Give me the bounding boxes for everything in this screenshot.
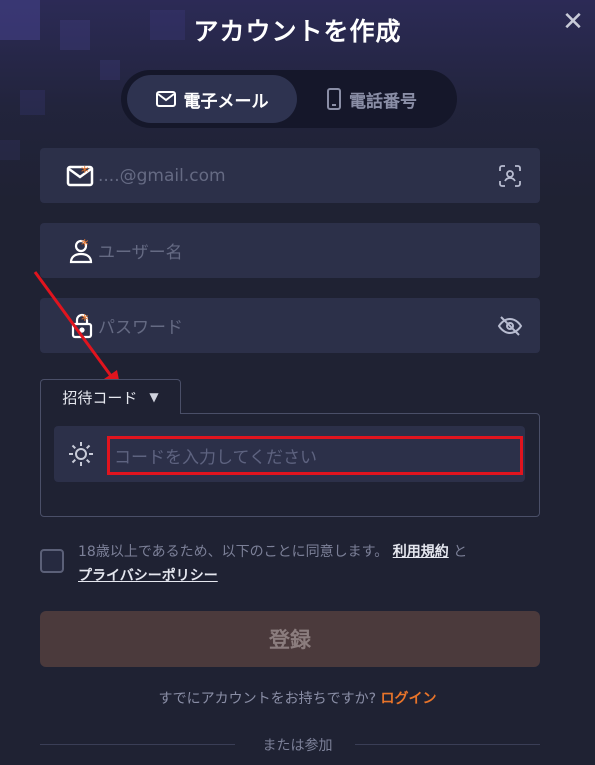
username-placeholder: ユーザー名 — [98, 243, 183, 263]
tab-phone-label: 電話番号 — [349, 91, 417, 112]
eye-off-icon[interactable] — [480, 315, 540, 337]
tab-phone[interactable]: 電話番号 — [297, 75, 447, 123]
email-field[interactable]: * ....@gmail.com — [40, 148, 540, 203]
page-title: アカウントを作成 — [193, 17, 402, 46]
required-mark: * — [81, 235, 89, 254]
agreement-and: と — [453, 544, 468, 560]
background-tile — [0, 140, 20, 160]
invite-code-toggle[interactable]: 招待コード ▼ — [40, 379, 181, 414]
password-placeholder: パスワード — [98, 318, 183, 338]
invite-code-label: 招待コード — [62, 388, 138, 407]
background-tile — [100, 60, 120, 80]
close-icon[interactable]: ✕ — [561, 9, 585, 35]
signup-method-tabs: 電子メール 電話番号 — [121, 70, 457, 128]
background-tile — [20, 90, 45, 115]
privacy-link[interactable]: プライバシーポリシー — [78, 568, 218, 584]
login-prompt: すでにアカウントをお持ちですか? ログイン — [0, 688, 595, 708]
invite-code-highlight[interactable]: コードを入力してください — [107, 436, 523, 475]
username-field[interactable]: * ユーザー名 — [40, 223, 540, 278]
or-join-label: または参加 — [262, 738, 333, 754]
required-mark: * — [81, 162, 89, 181]
register-button[interactable]: 登録 — [40, 611, 540, 667]
chevron-down-icon: ▼ — [149, 390, 159, 404]
tab-email-label: 電子メール — [183, 91, 269, 112]
email-placeholder: ....@gmail.com — [98, 165, 226, 186]
tab-email[interactable]: 電子メール — [127, 75, 297, 123]
agree-checkbox[interactable] — [40, 549, 64, 573]
sun-icon — [54, 440, 108, 468]
login-link[interactable]: ログイン — [381, 691, 437, 707]
agreement-statement: 18歳以上であるため、以下のことに同意します。 — [78, 544, 389, 560]
scan-face-icon[interactable] — [480, 164, 540, 188]
required-mark: * — [81, 310, 89, 329]
mail-icon — [66, 165, 94, 186]
agreement-text: 18歳以上であるため、以下のことに同意します。 利用規約 と プライバシーポリシ… — [78, 540, 543, 588]
invite-code-placeholder: コードを入力してください — [114, 448, 317, 468]
login-prompt-text: すでにアカウントをお持ちですか? — [158, 691, 377, 707]
password-field[interactable]: * パスワード — [40, 298, 540, 353]
terms-link[interactable]: 利用規約 — [393, 544, 449, 560]
mail-icon — [155, 91, 176, 107]
phone-icon — [327, 88, 341, 110]
